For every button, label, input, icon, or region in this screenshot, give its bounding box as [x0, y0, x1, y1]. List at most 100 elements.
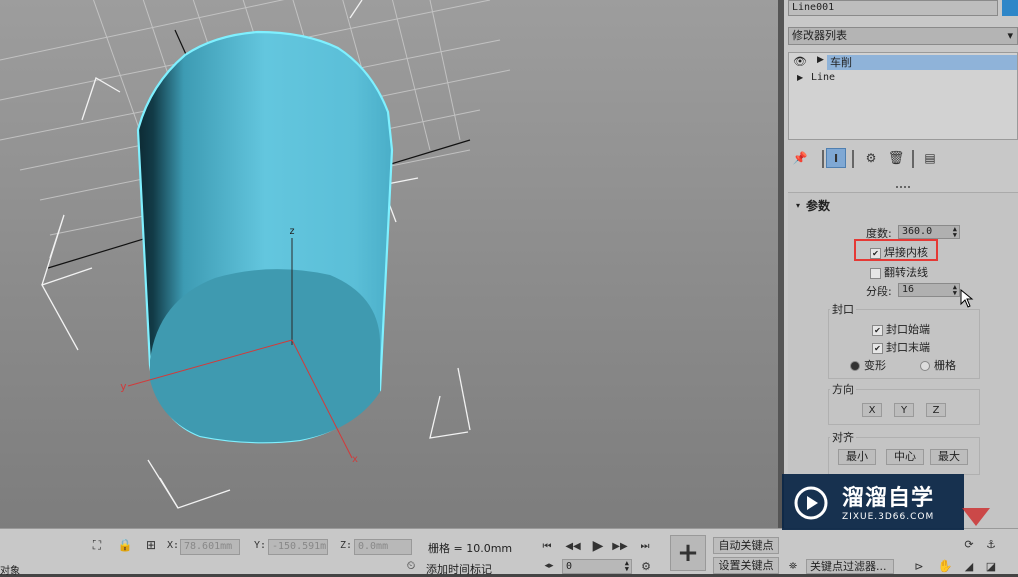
direction-y-button[interactable]: Y	[894, 403, 914, 417]
segments-label: 分段:	[866, 285, 892, 298]
status-bar: 对象 ⛶ 🔒 ⊞ X: 78.601mm Y: -150.591m Z: 0.0…	[0, 528, 1018, 577]
rollout-title: 参数	[806, 199, 831, 213]
play-logo-icon	[794, 486, 828, 520]
modifier-list-label: 修改器列表	[792, 29, 847, 42]
viewport-scene: y x z	[0, 0, 511, 509]
lathe-cylinder	[136, 30, 394, 444]
weld-core-label: 焊接内核	[884, 246, 928, 259]
stack-item-lathe[interactable]: 👁 ▶ 车削	[789, 55, 1017, 70]
x-coord-label: X:	[167, 540, 180, 551]
next-frame-icon[interactable]: ▶▶	[612, 539, 628, 553]
align-max-button[interactable]: 最大	[930, 449, 968, 465]
chevron-down-icon: ▾	[1007, 29, 1013, 42]
stack-item-line[interactable]: ▶ Line	[789, 72, 1017, 86]
cap-start-checkbox[interactable]: ✔ 封口始端	[872, 321, 930, 337]
go-to-start-icon[interactable]: ⏮	[540, 539, 554, 553]
x-coord-field[interactable]: 78.601mm	[180, 539, 240, 555]
align-label: 对齐	[830, 429, 856, 445]
key-mode-icon[interactable]: ◂▸	[542, 560, 556, 572]
grid-size-text: 栅格 = 10.0mm	[428, 542, 513, 555]
key-filters-button[interactable]: 关键点过滤器...	[806, 559, 894, 574]
checkbox-checked-icon: ✔	[872, 342, 883, 354]
checkbox-checked-icon: ✔	[872, 324, 883, 336]
align-center-button[interactable]: 中心	[886, 449, 924, 465]
pan-view-icon[interactable]: ✋	[938, 559, 953, 573]
modifier-stack: 👁 ▶ 车削 ▶ Line	[788, 52, 1018, 140]
stack-item-label: 车削	[827, 55, 1017, 70]
stack-item-label: Line	[811, 72, 836, 83]
lock-view-icon[interactable]: ⊳	[912, 559, 926, 573]
perspective-viewport[interactable]: y x z	[0, 0, 778, 528]
command-panel: Line001 修改器列表 ▾ 👁 ▶ 车削 ▶ Line 📌 I ⚙ 🗑 ▤ …	[784, 0, 1018, 528]
remove-modifier-icon[interactable]: 🗑	[888, 150, 905, 166]
segments-value: 16	[902, 284, 915, 295]
time-config-icon[interactable]: ⚙	[638, 559, 654, 573]
spinner-arrows-icon[interactable]: ▲ ▼	[953, 284, 957, 297]
weld-core-checkbox[interactable]: ✔ 焊接内核	[870, 244, 928, 260]
grid-label: 栅格	[934, 359, 956, 372]
direction-x-button[interactable]: X	[862, 403, 882, 417]
capping-label: 封口	[830, 301, 856, 317]
key-filter-icon[interactable]: ⛯	[786, 559, 800, 573]
spinner-arrows-icon[interactable]: ▲ ▼	[625, 560, 629, 573]
current-frame-value: 0	[566, 561, 573, 572]
segments-spinner[interactable]: 16 ▲ ▼	[898, 283, 960, 297]
object-name-field[interactable]: Line001	[788, 0, 998, 16]
auto-key-button[interactable]: 自动关键点	[713, 537, 779, 554]
mouse-cursor-icon	[960, 289, 974, 308]
maximize-viewport-icon[interactable]: ◪	[984, 559, 998, 573]
z-coord-field[interactable]: 0.0mm	[354, 539, 412, 555]
cap-start-label: 封口始端	[886, 323, 930, 336]
selection-status-text: 对象	[0, 566, 20, 577]
set-key-button[interactable]: 设置关键点	[713, 557, 779, 574]
go-to-end-icon[interactable]: ⏭	[638, 539, 652, 553]
flip-normals-checkbox[interactable]: 翻转法线	[870, 264, 928, 280]
expand-arrow-icon[interactable]: ▶	[797, 73, 803, 82]
object-color-swatch[interactable]	[1002, 0, 1018, 16]
play-icon[interactable]: ▶	[590, 537, 606, 555]
walk-through-icon[interactable]: ⚓	[984, 537, 998, 551]
make-unique-icon[interactable]: ⚙	[862, 150, 880, 166]
watermark-logo: 溜溜自学 ZIXUE.3D66.COM	[782, 474, 964, 530]
direction-z-button[interactable]: Z	[926, 403, 946, 417]
morph-label: 变形	[864, 359, 886, 372]
set-key-icon[interactable]: +	[670, 535, 706, 571]
axis-y-label: y	[120, 380, 127, 393]
modifier-list-dropdown[interactable]: 修改器列表 ▾	[788, 27, 1018, 45]
watermark-accent	[962, 508, 990, 526]
previous-frame-icon[interactable]: ◀◀	[565, 539, 580, 553]
time-tag-icon[interactable]: ⏲	[402, 559, 420, 573]
align-min-button[interactable]: 最小	[838, 449, 876, 465]
grid-radio[interactable]: 栅格	[920, 357, 956, 373]
isolate-selection-icon[interactable]: ⛶	[90, 538, 104, 552]
field-of-view-icon[interactable]: ◢	[962, 559, 976, 573]
current-frame-field[interactable]: 0 ▲ ▼	[562, 559, 632, 574]
cap-end-label: 封口末端	[886, 341, 930, 354]
show-end-result-icon[interactable]: I	[826, 148, 846, 168]
orbit-icon[interactable]: ⟳	[962, 537, 976, 551]
checkbox-checked-icon: ✔	[870, 247, 881, 259]
degrees-spinner[interactable]: 360.0 ▲ ▼	[898, 225, 960, 239]
pin-stack-icon[interactable]: 📌	[792, 150, 808, 166]
watermark-title: 溜溜自学	[842, 486, 935, 511]
morph-radio[interactable]: 变形	[850, 357, 886, 373]
y-coord-label: Y:	[254, 540, 267, 551]
flip-normals-label: 翻转法线	[884, 266, 928, 279]
direction-label: 方向	[830, 381, 856, 397]
rollout-collapse-icon[interactable]: ▾	[796, 201, 800, 210]
expand-arrow-icon[interactable]: ▶	[817, 55, 824, 65]
axis-z-label: z	[289, 226, 295, 237]
spinner-arrows-icon[interactable]: ▲ ▼	[953, 226, 957, 239]
lock-selection-icon[interactable]: 🔒	[118, 538, 133, 552]
cap-end-checkbox[interactable]: ✔ 封口末端	[872, 339, 930, 355]
add-time-tag-button[interactable]: 添加时间标记	[426, 561, 492, 577]
watermark-url: ZIXUE.3D66.COM	[842, 512, 935, 522]
checkbox-unchecked-icon	[870, 267, 881, 279]
eye-icon[interactable]: 👁	[793, 55, 807, 68]
configure-modifier-sets-icon[interactable]: ▤	[922, 150, 938, 166]
radio-unselected-icon	[920, 361, 930, 371]
radio-selected-icon	[850, 361, 860, 371]
degrees-value: 360.0	[902, 226, 933, 237]
absolute-mode-icon[interactable]: ⊞	[144, 538, 158, 552]
y-coord-field[interactable]: -150.591m	[268, 539, 328, 555]
